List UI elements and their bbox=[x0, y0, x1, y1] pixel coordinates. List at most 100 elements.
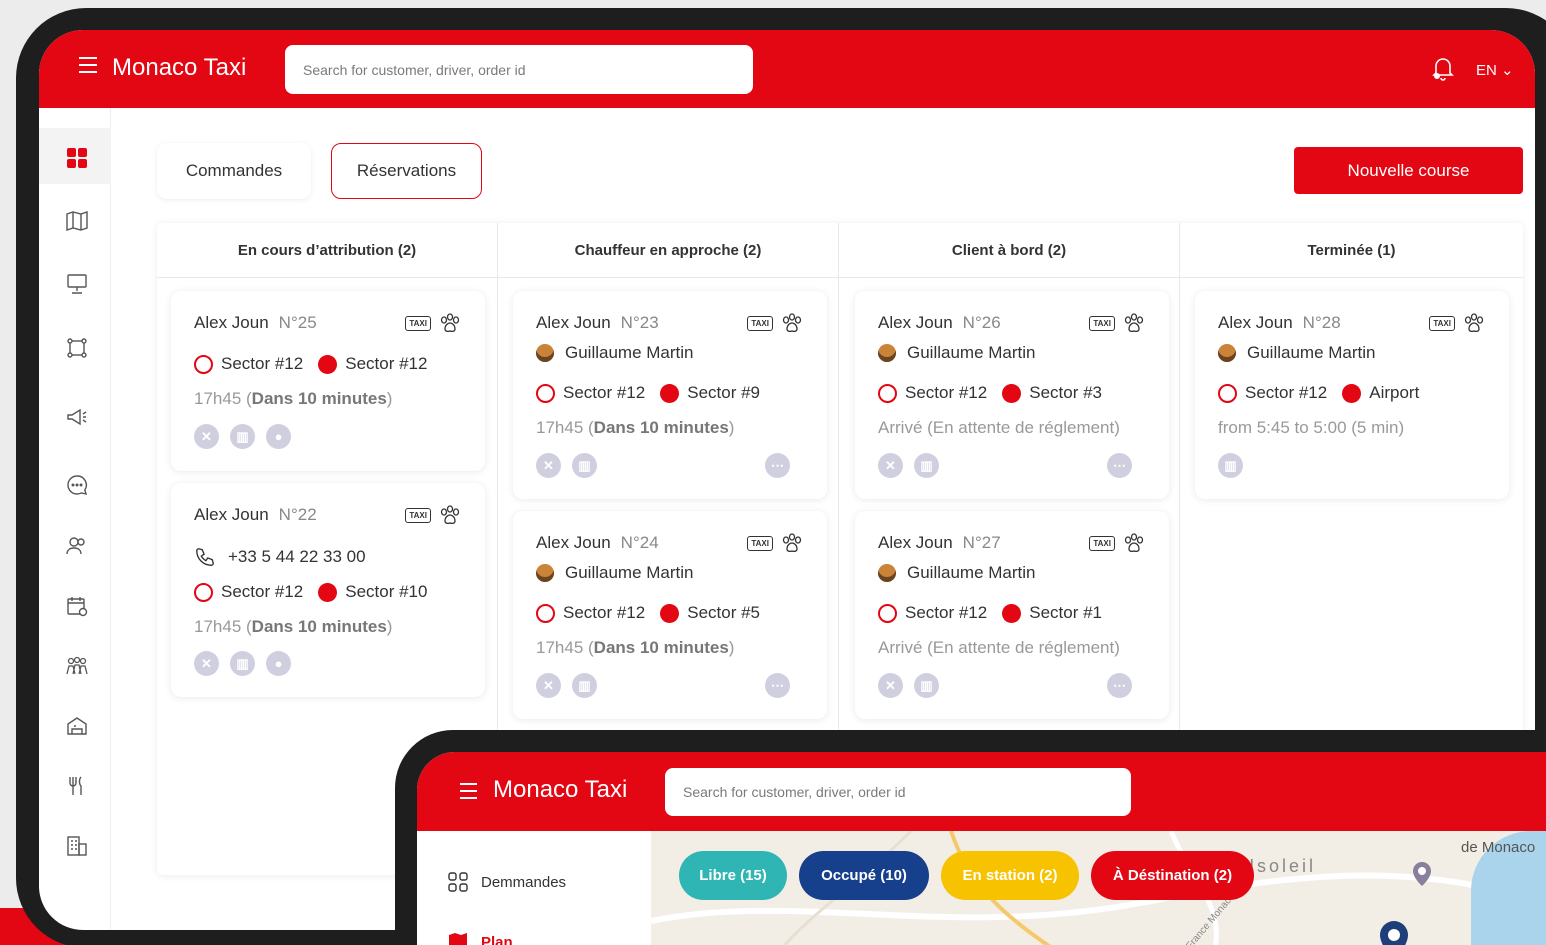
monitor-icon[interactable] bbox=[65, 272, 89, 296]
chat-icon[interactable] bbox=[65, 473, 89, 497]
message-icon[interactable]: ⋯ bbox=[765, 453, 790, 478]
menu-icon[interactable] bbox=[79, 57, 97, 75]
status-filter-libre[interactable]: Libre (15) bbox=[679, 851, 787, 900]
cancel-icon[interactable]: ✕ bbox=[536, 673, 561, 698]
paw-icon bbox=[440, 313, 460, 333]
card-icons: TAXI bbox=[405, 313, 461, 333]
megaphone-icon[interactable] bbox=[65, 405, 89, 429]
area-icon[interactable] bbox=[65, 336, 89, 360]
taximeter-icon[interactable]: ▥ bbox=[914, 673, 939, 698]
bell-icon[interactable] bbox=[1431, 54, 1455, 82]
origin-marker bbox=[1218, 383, 1237, 403]
route: Sector #12 Sector #3 bbox=[878, 383, 1102, 403]
column-header: Client à bord (2) bbox=[839, 223, 1179, 278]
destination-sector: Sector #12 bbox=[345, 354, 428, 373]
taxi-icon: TAXI bbox=[1429, 315, 1455, 331]
location-pin-icon[interactable] bbox=[1376, 919, 1412, 945]
search-input[interactable] bbox=[285, 45, 753, 94]
tab-reservations[interactable]: Réservations bbox=[331, 143, 482, 199]
column-header: Terminée (1) bbox=[1180, 223, 1523, 278]
taximeter-icon[interactable]: ▥ bbox=[1218, 453, 1243, 478]
customer-name: Alex Joun bbox=[878, 313, 953, 332]
language-selector[interactable]: EN ⌄ bbox=[1476, 61, 1514, 79]
ride-card[interactable]: Alex Joun N°22 TAXI +33 5 44 22 33 00 Sec… bbox=[171, 483, 485, 697]
driver-name: Guillaume Martin bbox=[1247, 343, 1376, 362]
driver-avatar bbox=[878, 564, 896, 582]
assign-driver-icon[interactable]: ● bbox=[266, 651, 291, 676]
hotel-icon[interactable] bbox=[65, 714, 89, 738]
order-number: N°24 bbox=[620, 533, 659, 552]
origin-marker bbox=[194, 582, 213, 602]
ride-card[interactable]: Alex Joun N°28 TAXI Guillaume Martin Sect… bbox=[1195, 291, 1509, 499]
new-ride-button[interactable]: Nouvelle course bbox=[1294, 147, 1523, 194]
destination-sector: Sector #1 bbox=[1029, 603, 1102, 622]
assign-driver-icon[interactable]: ● bbox=[266, 424, 291, 449]
customer-phone[interactable]: +33 5 44 22 33 00 bbox=[194, 546, 366, 568]
ride-card[interactable]: Alex Joun N°27 TAXI Guillaume Martin Sect… bbox=[855, 511, 1169, 719]
status-filter-en-station[interactable]: En station (2) bbox=[941, 851, 1079, 900]
paw-icon bbox=[440, 505, 460, 525]
taximeter-icon[interactable]: ▥ bbox=[230, 424, 255, 449]
taxi-icon: TAXI bbox=[1089, 315, 1115, 331]
cancel-icon[interactable]: ✕ bbox=[536, 453, 561, 478]
grid-icon bbox=[448, 872, 468, 892]
paw-icon bbox=[1124, 533, 1144, 553]
dashboard-icon[interactable] bbox=[65, 146, 89, 170]
paw-icon bbox=[1464, 313, 1484, 333]
time-end: ) bbox=[728, 638, 735, 657]
origin-marker bbox=[536, 603, 555, 623]
taxi-icon: TAXI bbox=[1089, 535, 1115, 551]
ride-card[interactable]: Alex Joun N°24 TAXI Guillaume Martin Sect… bbox=[513, 511, 827, 719]
team-icon[interactable] bbox=[65, 654, 89, 678]
cancel-icon[interactable]: ✕ bbox=[878, 673, 903, 698]
destination-marker bbox=[318, 354, 338, 374]
paw-icon bbox=[782, 533, 802, 553]
message-icon[interactable]: ⋯ bbox=[1107, 453, 1132, 478]
taxi-icon: TAXI bbox=[405, 507, 431, 523]
sidebar-item-label: Demmandes bbox=[481, 873, 567, 891]
origin-sector: Sector #12 bbox=[1245, 383, 1328, 402]
card-icons: TAXI bbox=[747, 313, 803, 333]
menu-icon[interactable] bbox=[460, 783, 477, 804]
calendar-icon[interactable] bbox=[65, 594, 89, 618]
sidebar-item-commandes[interactable]: Demmandes bbox=[447, 871, 566, 893]
pickup-time: 17h45 (Dans 10 minutes) bbox=[536, 418, 734, 438]
driver-name: Guillaume Martin bbox=[565, 343, 694, 362]
destination-marker bbox=[1002, 383, 1022, 403]
restaurant-icon[interactable] bbox=[65, 774, 89, 798]
map-view[interactable]: Usoleil de Monaco France Monaco Libre (1… bbox=[651, 831, 1546, 945]
customer-name: Alex Joun bbox=[536, 533, 611, 552]
search-input[interactable] bbox=[665, 768, 1131, 816]
driver: Guillaume Martin bbox=[536, 343, 694, 363]
time-relative: Dans 10 minutes bbox=[251, 389, 387, 408]
building-icon[interactable] bbox=[65, 834, 89, 858]
ride-card[interactable]: Alex Joun N°25 TAXI Sector #12 Sector #12 … bbox=[171, 291, 485, 471]
route: Sector #12 Sector #5 bbox=[536, 603, 760, 623]
status-filter-occupe[interactable]: Occupé (10) bbox=[799, 851, 929, 900]
cancel-icon[interactable]: ✕ bbox=[194, 424, 219, 449]
ride-card[interactable]: Alex Joun N°23 TAXI Guillaume Martin Sect… bbox=[513, 291, 827, 499]
origin-marker bbox=[878, 603, 897, 623]
shop-pin-icon[interactable] bbox=[1411, 861, 1433, 887]
cancel-icon[interactable]: ✕ bbox=[878, 453, 903, 478]
message-icon[interactable]: ⋯ bbox=[1107, 673, 1132, 698]
route: Sector #12 Sector #9 bbox=[536, 383, 760, 403]
card-icons: TAXI bbox=[1429, 313, 1485, 333]
origin-sector: Sector #12 bbox=[221, 354, 304, 373]
message-icon[interactable]: ⋯ bbox=[765, 673, 790, 698]
map-icon[interactable] bbox=[65, 209, 89, 233]
card-icons: TAXI bbox=[747, 533, 803, 553]
time-end: ) bbox=[386, 617, 393, 636]
sidebar-item-plan[interactable]: Plan bbox=[447, 931, 513, 945]
status-filter-destination[interactable]: À Déstination (2) bbox=[1091, 851, 1254, 900]
taximeter-icon[interactable]: ▥ bbox=[914, 453, 939, 478]
card-actions: ✕ ▥ bbox=[878, 673, 950, 698]
tab-commandes[interactable]: Commandes bbox=[157, 143, 311, 199]
origin-marker bbox=[194, 354, 213, 374]
taximeter-icon[interactable]: ▥ bbox=[572, 673, 597, 698]
ride-card[interactable]: Alex Joun N°26 TAXI Guillaume Martin Sect… bbox=[855, 291, 1169, 499]
taximeter-icon[interactable]: ▥ bbox=[572, 453, 597, 478]
users-icon[interactable] bbox=[65, 534, 89, 558]
taximeter-icon[interactable]: ▥ bbox=[230, 651, 255, 676]
cancel-icon[interactable]: ✕ bbox=[194, 651, 219, 676]
